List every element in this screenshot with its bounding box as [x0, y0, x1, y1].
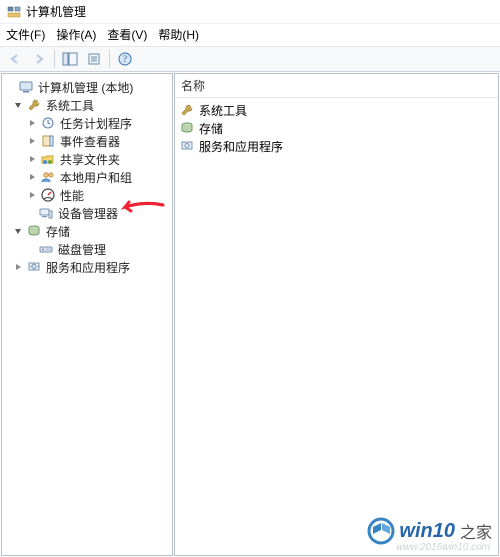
tree-label: 磁盘管理 [58, 241, 106, 258]
tree-item-disk-management[interactable]: 磁盘管理 [4, 240, 170, 258]
expand-icon[interactable] [26, 153, 38, 165]
app-icon [6, 4, 22, 20]
menu-file[interactable]: 文件(F) [6, 26, 45, 43]
storage-icon [179, 120, 195, 136]
clock-icon [40, 115, 56, 131]
tree-item-shared-folders[interactable]: 共享文件夹 [4, 150, 170, 168]
tree-root-computer-management[interactable]: 计算机管理 (本地) [4, 78, 170, 96]
tree-item-device-manager[interactable]: 设备管理器 [4, 204, 170, 222]
services-icon [26, 259, 42, 275]
toolbar: ? [0, 46, 500, 72]
tree-label: 共享文件夹 [60, 151, 120, 168]
services-icon [179, 138, 195, 154]
window-titlebar: 计算机管理 [0, 0, 500, 24]
tree-label: 事件查看器 [60, 133, 120, 150]
collapse-icon[interactable] [12, 225, 24, 237]
expand-icon[interactable] [12, 261, 24, 273]
nav-back-button[interactable] [4, 49, 26, 69]
wrench-icon [179, 102, 195, 118]
menubar: 文件(F) 操作(A) 查看(V) 帮助(H) [0, 24, 500, 46]
event-log-icon [40, 133, 56, 149]
list-label: 存储 [199, 120, 223, 137]
twisty-icon [4, 81, 16, 93]
tree-label: 服务和应用程序 [46, 259, 130, 276]
properties-button[interactable] [83, 49, 105, 69]
content-area: 计算机管理 (本地) 系统工具 任务计划程序 事件查看器 [0, 72, 500, 557]
storage-icon [26, 223, 42, 239]
toolbar-separator [54, 50, 55, 68]
menu-action[interactable]: 操作(A) [56, 26, 96, 43]
list: 系统工具 存储 服务和应用程序 [175, 98, 498, 158]
tree-item-performance[interactable]: 性能 [4, 186, 170, 204]
expand-icon[interactable] [26, 135, 38, 147]
tree-label: 本地用户和组 [60, 169, 132, 186]
tree-group-services[interactable]: 服务和应用程序 [4, 258, 170, 276]
tree-item-event-viewer[interactable]: 事件查看器 [4, 132, 170, 150]
expand-icon[interactable] [26, 171, 38, 183]
tree-item-task-scheduler[interactable]: 任务计划程序 [4, 114, 170, 132]
tree-group-system-tools[interactable]: 系统工具 [4, 96, 170, 114]
column-header-name[interactable]: 名称 [175, 74, 498, 98]
performance-icon [40, 187, 56, 203]
list-pane[interactable]: 名称 系统工具 存储 服务和应用程序 [174, 73, 499, 556]
expand-icon[interactable] [26, 117, 38, 129]
tree-label: 任务计划程序 [60, 115, 132, 132]
svg-text:?: ? [123, 54, 127, 64]
list-label: 系统工具 [199, 102, 247, 119]
window-title: 计算机管理 [26, 3, 86, 20]
show-hide-tree-button[interactable] [59, 49, 81, 69]
menu-view[interactable]: 查看(V) [107, 26, 147, 43]
list-item-storage[interactable]: 存储 [179, 119, 494, 137]
tree-item-local-users[interactable]: 本地用户和组 [4, 168, 170, 186]
toolbar-separator [109, 50, 110, 68]
tree-label: 计算机管理 (本地) [38, 79, 133, 96]
shared-folder-icon [40, 151, 56, 167]
wrench-icon [26, 97, 42, 113]
tree-group-storage[interactable]: 存储 [4, 222, 170, 240]
list-item-services[interactable]: 服务和应用程序 [179, 137, 494, 155]
disk-icon [38, 241, 54, 257]
tree: 计算机管理 (本地) 系统工具 任务计划程序 事件查看器 [2, 74, 172, 280]
watermark-brand: win10 [399, 520, 455, 543]
users-icon [40, 169, 56, 185]
watermark-logo-icon [367, 517, 395, 545]
collapse-icon[interactable] [12, 99, 24, 111]
menu-help[interactable]: 帮助(H) [158, 26, 199, 43]
watermark: win10 之家 [367, 517, 492, 545]
tree-label: 存储 [46, 223, 70, 240]
monitor-icon [18, 79, 34, 95]
watermark-brand-suffix: 之家 [460, 519, 492, 543]
help-button[interactable]: ? [114, 49, 136, 69]
tree-label: 设备管理器 [58, 205, 118, 222]
tree-label: 系统工具 [46, 97, 94, 114]
tree-pane[interactable]: 计算机管理 (本地) 系统工具 任务计划程序 事件查看器 [1, 73, 173, 556]
watermark-url: www.2016win10.com [396, 542, 490, 553]
list-item-system-tools[interactable]: 系统工具 [179, 101, 494, 119]
nav-forward-button[interactable] [28, 49, 50, 69]
device-manager-icon [38, 205, 54, 221]
expand-icon[interactable] [26, 189, 38, 201]
list-label: 服务和应用程序 [199, 138, 283, 155]
tree-label: 性能 [60, 187, 84, 204]
